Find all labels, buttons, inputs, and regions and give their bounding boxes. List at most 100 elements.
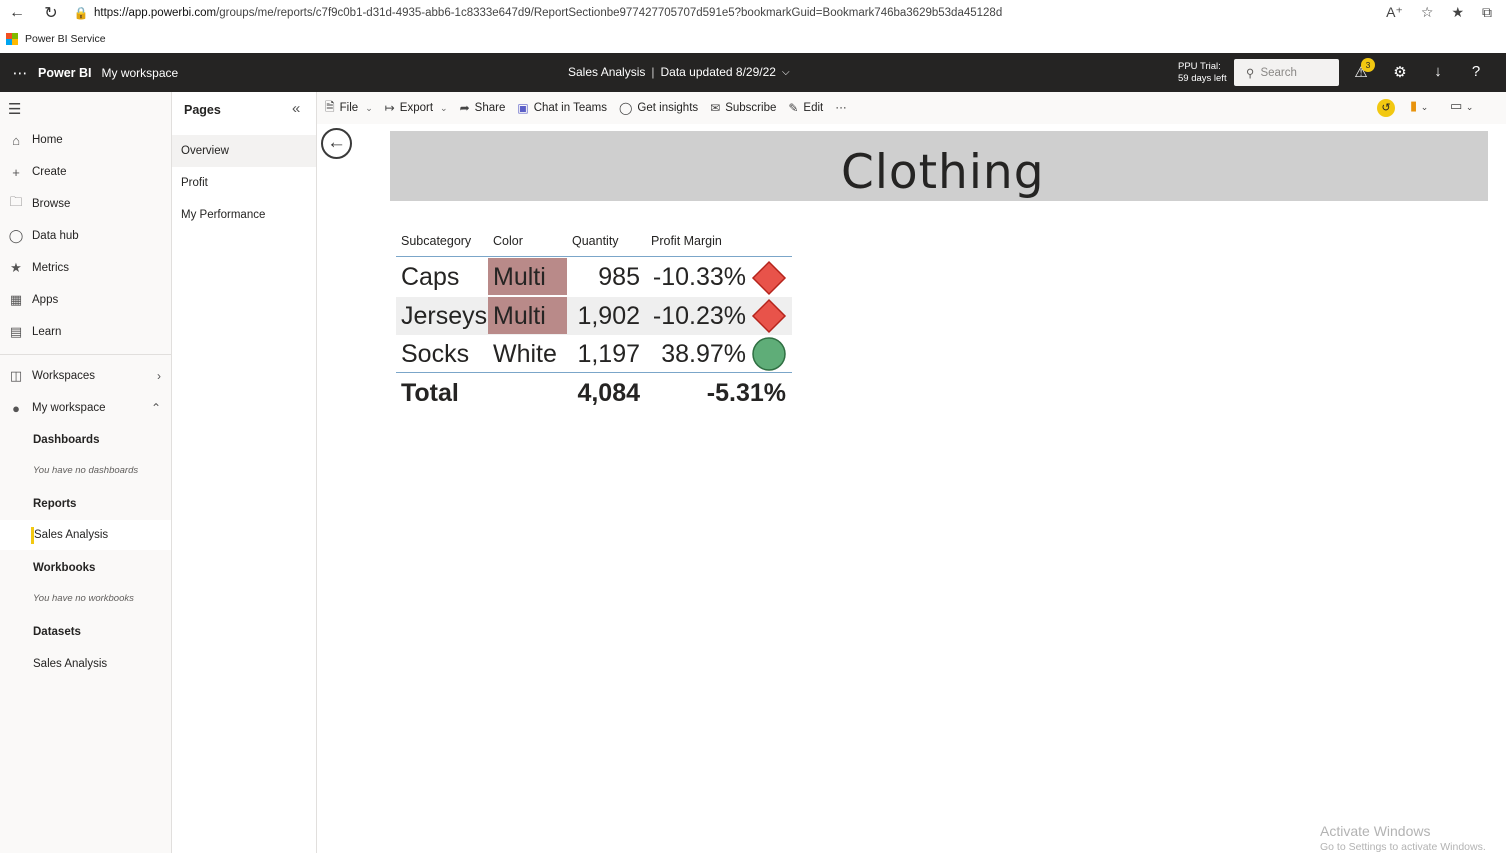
total-label: Total bbox=[401, 379, 459, 407]
section-reports[interactable]: Reports bbox=[33, 498, 76, 510]
pages-pane: Pages « Overview Profit My Performance bbox=[172, 92, 317, 853]
nav-divider bbox=[0, 354, 171, 355]
column-header-color[interactable]: Color bbox=[493, 234, 523, 248]
pages-title: Pages bbox=[184, 103, 221, 117]
ppu-trial-badge[interactable]: PPU Trial: 59 days left bbox=[1178, 61, 1227, 85]
folder-icon: 🗀 bbox=[9, 194, 23, 209]
search-icon: ⚲ bbox=[1246, 67, 1255, 80]
nav-item-browse[interactable]: 🗀 Browse bbox=[0, 190, 171, 218]
back-arrow-icon[interactable]: ← bbox=[0, 0, 34, 25]
trophy-icon: ★ bbox=[10, 260, 22, 275]
nav-item-sales-analysis-report[interactable]: Sales Analysis bbox=[0, 520, 171, 550]
chevron-down-icon: ⌄ bbox=[440, 102, 448, 113]
page-tab-overview[interactable]: Overview bbox=[172, 135, 316, 167]
collapse-pane-icon[interactable]: « bbox=[292, 100, 300, 117]
view-icon[interactable]: ▭ ⌄ bbox=[1450, 98, 1473, 114]
back-button-icon[interactable]: ← bbox=[321, 128, 352, 159]
nav-item-learn[interactable]: ▤ Learn bbox=[0, 318, 171, 346]
get-insights-button[interactable]: ◯ Get insights bbox=[619, 101, 698, 115]
favorites-bar: Power BI Service bbox=[0, 25, 1506, 53]
file-icon: 🗎 bbox=[325, 99, 335, 114]
report-title-menu[interactable]: Sales Analysis | Data updated 8/29/22 ⌵ bbox=[568, 65, 790, 79]
table-header-rule bbox=[396, 256, 792, 257]
cell-color: Multi bbox=[493, 302, 546, 330]
app-header: ⋯ Power BI My workspace Sales Analysis |… bbox=[0, 53, 1506, 92]
reset-icon[interactable]: ↺ bbox=[1377, 99, 1395, 117]
lock-icon[interactable]: 🔒 bbox=[68, 6, 94, 20]
share-button[interactable]: ➦ Share bbox=[460, 101, 506, 115]
left-navigation: ☰ ⌂ Home + Create 🗀 Browse ◯ Data hub ★ Metri… bbox=[0, 92, 172, 853]
user-icon: ● bbox=[12, 400, 20, 416]
report-title: Sales Analysis bbox=[568, 65, 646, 79]
activation-watermark-text: Go to Settings to activate Windows. bbox=[1320, 841, 1486, 853]
brand-label[interactable]: Power BI bbox=[38, 66, 92, 80]
section-datasets[interactable]: Datasets bbox=[33, 626, 81, 638]
microsoft-logo-icon bbox=[6, 33, 18, 45]
section-dashboards[interactable]: Dashboards bbox=[33, 434, 99, 446]
export-icon: ↦ bbox=[384, 101, 395, 115]
cell-profit-margin: -10.33% bbox=[652, 263, 746, 291]
chevron-down-icon[interactable]: ⌵ bbox=[782, 67, 790, 78]
file-menu[interactable]: 🗎 File ⌄ bbox=[325, 98, 373, 119]
cell-subcategory: Jerseys bbox=[401, 302, 488, 330]
read-aloud-icon[interactable]: A⁺ bbox=[1386, 4, 1403, 21]
add-favorite-icon[interactable]: ☆ bbox=[1421, 4, 1434, 21]
database-icon: ◯ bbox=[8, 228, 24, 243]
nav-item-my-workspace[interactable]: ● My workspace ⌃ bbox=[0, 394, 171, 422]
workspaces-icon: ◫ bbox=[9, 368, 23, 383]
chat-in-teams-button[interactable]: ▣ Chat in Teams bbox=[517, 101, 607, 115]
refresh-icon[interactable]: ↻ bbox=[34, 0, 68, 25]
mail-icon: ✉ bbox=[710, 101, 721, 115]
subscribe-button[interactable]: ✉ Subscribe bbox=[710, 101, 776, 115]
cell-subcategory: Caps bbox=[401, 263, 460, 291]
page-tab-my-performance[interactable]: My Performance bbox=[172, 199, 316, 231]
activation-watermark-title: Activate Windows bbox=[1320, 823, 1431, 839]
more-options-button[interactable]: ··· bbox=[835, 102, 847, 114]
export-menu[interactable]: ↦ Export ⌄ bbox=[385, 101, 448, 115]
chevron-right-icon: › bbox=[157, 369, 161, 383]
browser-address-bar: ← ↻ 🔒 https://app.powerbi.com/groups/me/… bbox=[0, 0, 1506, 25]
plus-icon: + bbox=[12, 164, 20, 180]
nav-item-data-hub[interactable]: ◯ Data hub bbox=[0, 222, 171, 250]
column-header-subcategory[interactable]: Subcategory bbox=[401, 234, 471, 248]
cell-quantity: 1,197 bbox=[577, 340, 640, 368]
cell-profit-margin: 38.97% bbox=[661, 340, 746, 368]
action-bar: 🗎 File ⌄ ↦ Export ⌄ ➦ Share ▣ Chat in Teams ◯ G… bbox=[317, 92, 1506, 124]
chevron-down-icon: ⌄ bbox=[365, 102, 373, 113]
column-header-quantity[interactable]: Quantity bbox=[572, 234, 619, 248]
dashboards-empty-text: You have no dashboards bbox=[33, 465, 139, 476]
section-workbooks[interactable]: Workbooks bbox=[33, 562, 95, 574]
favorites-icon[interactable]: ★ bbox=[1451, 4, 1464, 21]
nav-item-metrics[interactable]: ★ Metrics bbox=[0, 254, 171, 282]
nav-item-apps[interactable]: ▦ Apps bbox=[0, 286, 171, 314]
bookmark-icon[interactable]: ▮ ⌄ bbox=[1410, 98, 1428, 114]
edit-button[interactable]: ✎ Edit bbox=[788, 101, 823, 115]
notification-count: 3 bbox=[1361, 58, 1375, 72]
cell-quantity: 985 bbox=[598, 263, 640, 291]
total-profit-margin: -5.31% bbox=[706, 379, 786, 407]
page-tab-profit[interactable]: Profit bbox=[172, 167, 316, 199]
column-header-profit-margin[interactable]: Profit Margin bbox=[651, 234, 722, 248]
cell-quantity: 1,902 bbox=[577, 302, 640, 330]
nav-item-home[interactable]: ⌂ Home bbox=[0, 126, 171, 154]
red-diamond-kpi-icon bbox=[751, 260, 787, 296]
nav-item-sales-analysis-dataset[interactable]: Sales Analysis bbox=[33, 658, 107, 670]
hamburger-icon[interactable]: ☰ bbox=[8, 100, 21, 118]
lightbulb-icon: ◯ bbox=[618, 101, 633, 115]
pencil-icon: ✎ bbox=[788, 101, 799, 115]
gear-icon[interactable]: ⚙ bbox=[1390, 63, 1410, 81]
nav-item-create[interactable]: + Create bbox=[0, 158, 171, 186]
workspace-link[interactable]: My workspace bbox=[102, 66, 179, 80]
cell-color: White bbox=[493, 340, 557, 368]
favorite-link[interactable]: Power BI Service bbox=[25, 33, 106, 45]
download-icon[interactable]: ↓ bbox=[1428, 63, 1448, 80]
help-icon[interactable]: ? bbox=[1466, 63, 1486, 80]
workbooks-empty-text: You have no workbooks bbox=[33, 593, 134, 604]
title-banner: Clothing bbox=[390, 131, 1488, 201]
nav-item-workspaces[interactable]: ◫ Workspaces › bbox=[0, 362, 171, 390]
url-field[interactable]: https://app.powerbi.com/groups/me/report… bbox=[94, 7, 1386, 19]
data-updated-label: Data updated 8/29/22 bbox=[660, 65, 776, 79]
collections-icon[interactable]: ⧉ bbox=[1482, 4, 1492, 21]
waffle-icon[interactable]: ⋯ bbox=[6, 64, 34, 82]
search-input[interactable]: ⚲ Search bbox=[1234, 59, 1339, 86]
